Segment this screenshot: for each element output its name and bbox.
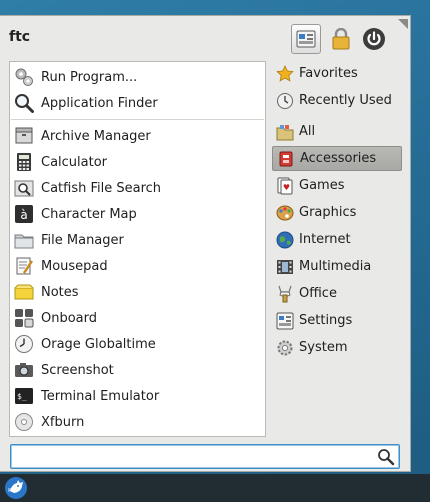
category-label: System — [299, 340, 348, 355]
app-calculator[interactable]: Calculator — [10, 149, 265, 175]
categories-list: Favorites Recently Used All Accessories … — [272, 61, 402, 362]
lock-screen-button[interactable] — [326, 24, 356, 54]
disc-icon — [14, 412, 34, 432]
category-all[interactable]: All — [272, 119, 402, 144]
svg-text:♥: ♥ — [283, 183, 290, 192]
category-system[interactable]: System — [272, 335, 402, 360]
notes-icon — [14, 282, 34, 302]
app-label: Xfburn — [41, 414, 85, 430]
category-games[interactable]: ♥ Games — [272, 173, 402, 198]
archive-icon — [14, 126, 34, 146]
character-map-icon: à — [14, 204, 34, 224]
app-label: Run Program... — [41, 69, 138, 85]
category-office[interactable]: Office — [272, 281, 402, 306]
app-notes[interactable]: Notes — [10, 279, 265, 305]
category-settings[interactable]: Settings — [272, 308, 402, 333]
category-label: Graphics — [299, 205, 357, 220]
office-icon — [276, 285, 294, 303]
category-recently-used[interactable]: Recently Used — [272, 88, 402, 113]
svg-text:à: à — [20, 208, 27, 222]
app-character-map[interactable]: à Character Map — [10, 201, 265, 227]
clock-icon — [14, 334, 34, 354]
app-label: Archive Manager — [41, 128, 151, 144]
app-archive-manager[interactable]: Archive Manager — [10, 123, 265, 149]
system-gear-icon — [276, 339, 294, 357]
all-apps-icon — [276, 123, 294, 141]
app-onboard[interactable]: Onboard — [10, 305, 265, 331]
app-label: Onboard — [41, 310, 98, 326]
app-label: Screenshot — [41, 362, 114, 378]
app-screenshot[interactable]: Screenshot — [10, 357, 265, 383]
app-label: Application Finder — [41, 95, 158, 111]
resize-corner-icon[interactable] — [398, 19, 408, 29]
user-name: ftc — [9, 29, 31, 45]
category-label: Accessories — [300, 151, 377, 166]
app-label: Notes — [41, 284, 79, 300]
globe-icon — [276, 231, 294, 249]
magnifier-icon — [14, 93, 34, 113]
search-input[interactable] — [15, 446, 369, 469]
category-label: Favorites — [299, 66, 358, 81]
category-graphics[interactable]: Graphics — [272, 200, 402, 225]
screenshot-icon — [14, 360, 34, 380]
app-label: Orage Globaltime — [41, 336, 156, 352]
text-editor-icon — [14, 256, 34, 276]
app-label: Catfish File Search — [41, 180, 162, 196]
svg-text:$_: $_ — [17, 392, 27, 401]
whisker-menu: ftc Run Program... Application Finder Ar… — [0, 15, 411, 472]
history-icon — [276, 92, 294, 110]
app-label: File Manager — [41, 232, 124, 248]
whisker-menu-launcher-icon[interactable] — [4, 476, 28, 500]
settings-manager-button[interactable] — [291, 24, 321, 54]
category-label: Office — [299, 286, 337, 301]
category-label: Internet — [299, 232, 351, 247]
app-label: Character Map — [41, 206, 137, 222]
app-label: Mousepad — [41, 258, 108, 274]
gears-icon — [14, 67, 34, 87]
category-multimedia[interactable]: Multimedia — [272, 254, 402, 279]
category-label: Recently Used — [299, 93, 392, 108]
terminal-icon: $_ — [14, 386, 34, 406]
app-application-finder[interactable]: Application Finder — [10, 90, 265, 116]
taskbar-panel — [0, 474, 430, 502]
folder-icon — [14, 230, 34, 250]
app-label: Terminal Emulator — [41, 388, 160, 404]
search-box[interactable] — [10, 444, 400, 469]
category-label: Multimedia — [299, 259, 372, 274]
graphics-icon — [276, 204, 294, 222]
category-label: Games — [299, 178, 345, 193]
list-divider — [11, 119, 264, 120]
applications-list: Run Program... Application Finder Archiv… — [9, 61, 266, 437]
calculator-icon — [14, 152, 34, 172]
category-label: Settings — [299, 313, 353, 328]
settings-icon — [276, 312, 294, 330]
log-out-button[interactable] — [359, 24, 389, 54]
lock-icon — [332, 28, 350, 50]
app-xfburn[interactable]: Xfburn — [10, 409, 265, 435]
app-file-manager[interactable]: File Manager — [10, 227, 265, 253]
multimedia-icon — [276, 258, 294, 276]
category-internet[interactable]: Internet — [272, 227, 402, 252]
search-icon[interactable] — [377, 448, 395, 466]
category-favorites[interactable]: Favorites — [272, 61, 402, 86]
keyboard-icon — [14, 308, 34, 328]
power-icon — [363, 28, 385, 50]
app-terminal-emulator[interactable]: $_ Terminal Emulator — [10, 383, 265, 409]
app-orage-globaltime[interactable]: Orage Globaltime — [10, 331, 265, 357]
category-accessories[interactable]: Accessories — [272, 146, 402, 171]
app-run-program[interactable]: Run Program... — [10, 64, 265, 90]
star-icon — [276, 64, 294, 83]
app-catfish-file-search[interactable]: Catfish File Search — [10, 175, 265, 201]
settings-manager-icon — [296, 30, 316, 48]
file-search-icon — [14, 178, 34, 198]
games-icon: ♥ — [276, 177, 294, 195]
app-label: Calculator — [41, 154, 108, 170]
category-label: All — [299, 124, 316, 139]
accessories-icon — [277, 150, 295, 168]
app-mousepad[interactable]: Mousepad — [10, 253, 265, 279]
